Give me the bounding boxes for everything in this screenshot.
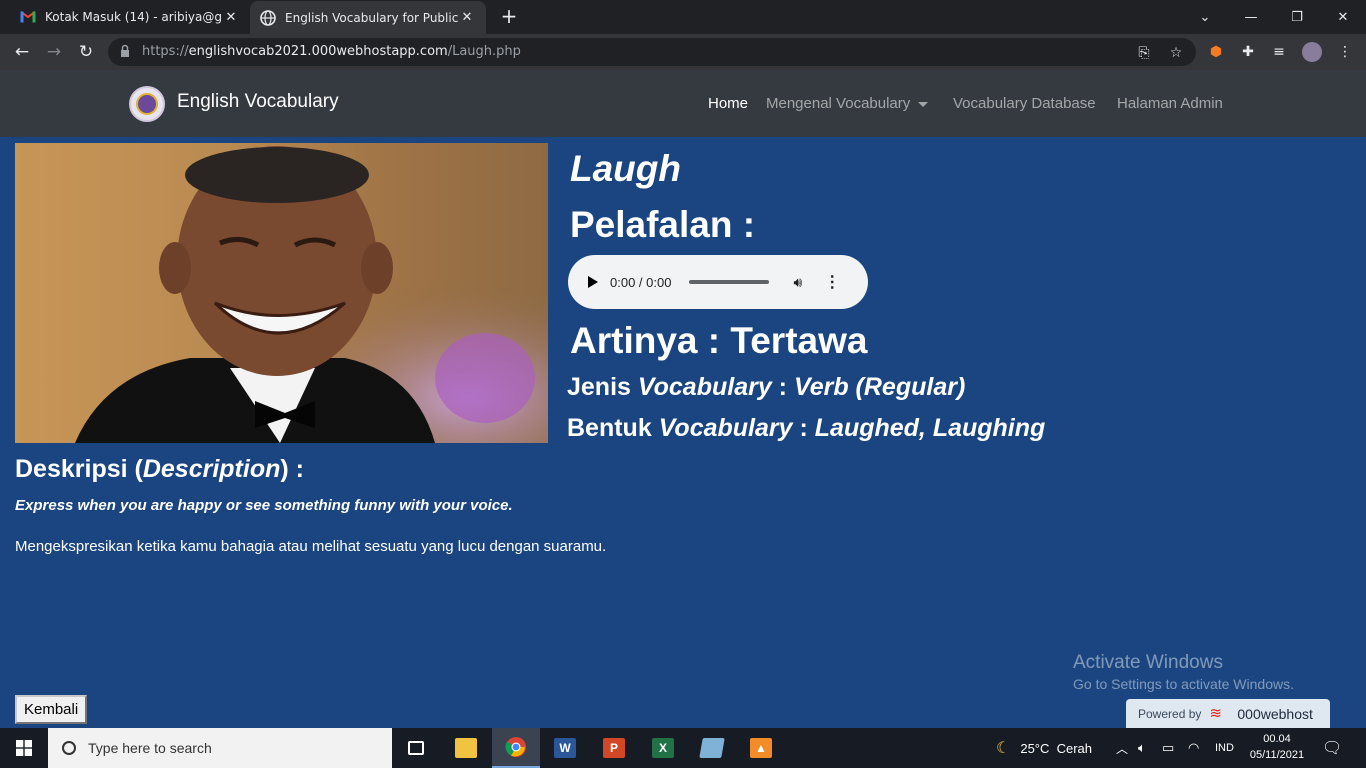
task-view-icon[interactable] [392,728,440,768]
nav-vocabulary-database[interactable]: Vocabulary Database [953,95,1096,112]
webhost-logo-icon: ≋ [1209,705,1222,722]
bookmark-star-icon[interactable]: ☆ [1168,45,1184,61]
nav-halaman-admin[interactable]: Halaman Admin [1117,95,1223,112]
meaning: Artinya : Tertawa [570,320,868,361]
minimize-icon[interactable]: — [1228,0,1274,34]
tab-gmail[interactable]: Kotak Masuk (14) - aribiya@gmail ✕ [10,0,250,34]
host-name: 000webhost [1237,706,1313,722]
vocabulary-forms: Bentuk Vocabulary : Laughed, Laughing [567,414,1046,442]
search-icon [62,741,76,755]
gmail-icon [20,9,36,25]
chrome-icon[interactable] [492,728,540,768]
notification-icon[interactable]: 🗨︎ [1322,728,1342,768]
taskbar-clock[interactable]: 00.04 05/11/2021 [1240,731,1314,763]
back-icon[interactable]: ← [11,41,33,63]
puzzle-icon[interactable]: ✚ [1239,43,1257,61]
nav-home[interactable]: Home [708,95,748,112]
tab-title: English Vocabulary for Public [285,10,458,25]
orange-app-icon[interactable]: ▲ [737,728,785,768]
description-heading: Deskripsi (Description) : [15,455,304,483]
volume-icon[interactable]: 🔊︎ [793,274,802,291]
university-logo[interactable] [129,86,165,122]
activate-windows-watermark: Activate Windows Go to Settings to activ… [1073,652,1294,692]
reload-icon[interactable]: ↻ [75,41,97,63]
file-explorer-icon[interactable] [442,728,490,768]
audio-player[interactable]: 0:00 / 0:00 🔊︎ ⋮ [568,255,868,309]
close-tab-icon[interactable]: ✕ [458,10,476,25]
restore-icon[interactable]: ❐ [1274,0,1320,34]
powered-by-badge[interactable]: Powered by ≋ 000webhost [1126,699,1330,729]
windows-start-icon[interactable] [0,728,48,768]
vocabulary-image [15,143,548,443]
search-placeholder: Type here to search [88,740,212,756]
powered-by-label: Powered by [1138,707,1202,721]
pronunciation-label: Pelafalan : [570,204,756,245]
weather-moon-icon: ☾ [996,740,1011,757]
chevron-down-icon [918,101,929,107]
address-bar[interactable]: https://englishvocab2021.000webhostapp.c… [108,38,1196,66]
translate-icon[interactable]: ⎘ [1136,45,1152,61]
battery-icon[interactable]: ▭ [1162,728,1174,768]
audio-progress-slider[interactable] [689,280,770,284]
lock-icon [121,44,129,57]
url-text: https://englishvocab2021.000webhostapp.c… [142,44,521,59]
description-english: Express when you are happy or see someth… [15,497,513,514]
weather-widget[interactable]: ☾ 25°C Cerah [996,728,1092,768]
language-indicator[interactable]: IND [1215,728,1234,768]
globe-icon [260,9,276,26]
tab-title: Kotak Masuk (14) - aribiya@gmail [45,10,222,24]
taskbar-search[interactable]: Type here to search [48,728,392,768]
browser-toolbar: ← → ↻ https://englishvocab2021.000webhos… [0,34,1366,70]
windows-taskbar: Type here to search W P X ▲ ☾ 25°C Cerah… [0,728,1366,768]
speaker-icon[interactable]: 🔈︎ [1138,728,1146,768]
forward-icon[interactable]: → [43,41,65,63]
extension-icon[interactable]: ⬢ [1207,43,1225,61]
notes-app-icon[interactable] [688,728,736,768]
description-indonesian: Mengekspresikan ketika kamu bahagia atau… [15,538,607,555]
tray-chevron-icon[interactable]: ︿ [1116,728,1128,768]
word-icon[interactable]: W [541,728,589,768]
brand-title[interactable]: English Vocabulary [177,91,339,113]
profile-avatar[interactable] [1302,42,1322,62]
more-options-icon[interactable]: ⋮ [824,272,840,292]
vocabulary-word: Laugh [570,148,681,189]
excel-icon[interactable]: X [639,728,687,768]
back-button[interactable]: Kembali [15,695,88,724]
tab-english-vocabulary[interactable]: English Vocabulary for Public ✕ [250,1,486,34]
wifi-icon[interactable]: ◠ [1188,728,1199,768]
close-tab-icon[interactable]: ✕ [222,10,240,25]
vocabulary-type: Jenis Vocabulary : Verb (Regular) [567,373,966,401]
close-window-icon[interactable]: ✕ [1320,0,1366,34]
site-navbar: English Vocabulary Home Mengenal Vocabul… [0,70,1366,137]
new-tab-icon[interactable]: + [498,6,520,28]
powerpoint-icon[interactable]: P [590,728,638,768]
browser-tab-bar: Kotak Masuk (14) - aribiya@gmail ✕ Engli… [0,0,1366,34]
play-icon[interactable] [588,276,598,288]
menu-icon[interactable]: ⋮ [1336,43,1354,61]
nav-mengenal-vocabulary[interactable]: Mengenal Vocabulary [766,95,929,112]
tab-search-icon[interactable]: ⌄ [1182,0,1228,34]
audio-time: 0:00 / 0:00 [610,274,672,290]
media-control-icon[interactable]: ≡ [1270,43,1288,61]
weather-text: 25°C Cerah [1020,740,1093,756]
